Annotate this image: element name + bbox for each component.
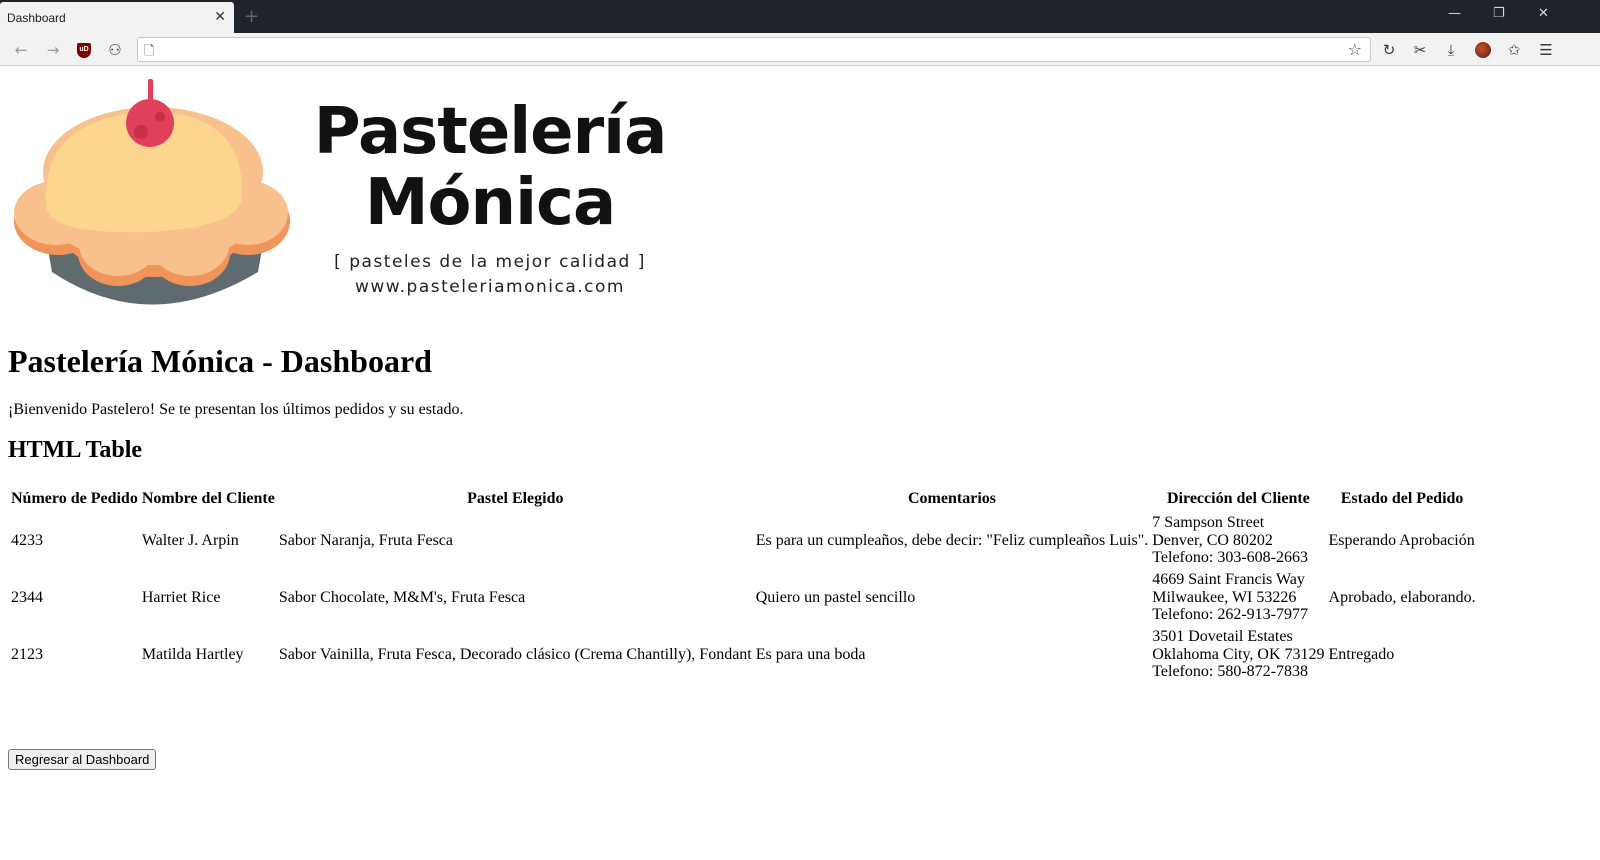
table-header-row: Número de Pedido Nombre del Cliente Past… xyxy=(10,487,1477,511)
forward-arrow-icon[interactable]: → xyxy=(42,39,64,61)
download-icon[interactable]: ⤓ xyxy=(1440,39,1462,61)
order-comment: Es para un cumpleaños, debe decir: "Feli… xyxy=(755,531,1149,549)
customer-name: Harriet Rice xyxy=(141,588,221,606)
table-row: 4233 Walter J. Arpin Sabor Naranja, Frut… xyxy=(10,513,1477,568)
order-status: Entregado xyxy=(1328,645,1395,663)
header-cake: Pastel Elegido xyxy=(467,490,564,507)
header-address: Dirección del Cliente xyxy=(1167,490,1310,507)
header-customer-name: Nombre del Cliente xyxy=(141,490,275,507)
ublock-icon[interactable]: uD xyxy=(73,39,95,61)
order-comment: Es para una boda xyxy=(755,645,866,663)
customer-name: Matilda Hartley xyxy=(141,645,244,663)
brand-url: www.pasteleriamonica.com xyxy=(355,277,625,297)
header-comments: Comentarios xyxy=(908,490,996,507)
table-row: 2344 Harriet Rice Sabor Chocolate, M&M's… xyxy=(10,570,1477,625)
page-icon: 🗋 xyxy=(144,44,155,59)
table-row: 2123 Matilda Hartley Sabor Vainilla, Fru… xyxy=(10,627,1477,682)
new-tab-icon[interactable]: + xyxy=(244,6,259,27)
order-comment: Quiero un pastel sencillo xyxy=(755,588,916,606)
order-status: Esperando Aprobación xyxy=(1328,531,1475,549)
cake-choice: Sabor Vainilla, Fruta Fesca, Decorado cl… xyxy=(278,645,752,663)
customer-address: 7 Sampson Street Denver, CO 80202 Telefo… xyxy=(1152,514,1308,567)
account-avatar-icon[interactable] xyxy=(1472,39,1494,61)
order-number: 4233 xyxy=(11,531,43,549)
customer-address: 3501 Dovetail Estates Oklahoma City, OK … xyxy=(1152,628,1325,681)
header-order-number: Número de Pedido xyxy=(11,490,138,507)
order-number: 2123 xyxy=(11,645,43,663)
close-window-icon[interactable]: ✕ xyxy=(1538,6,1549,21)
page-title: Pastelería Mónica - Dashboard xyxy=(8,343,432,379)
browser-tab[interactable]: Dashboard ✕ xyxy=(0,2,234,33)
back-to-dashboard-button[interactable]: Regresar al Dashboard xyxy=(8,749,157,770)
reload-icon[interactable]: ↻ xyxy=(1378,39,1400,61)
page-content: Pastelería Mónica [ pasteles de la mejor… xyxy=(0,67,1600,860)
welcome-message: ¡Bienvenido Pastelero! Se te presentan l… xyxy=(8,401,464,418)
orders-table: Número de Pedido Nombre del Cliente Past… xyxy=(8,485,1479,684)
browser-titlebar: Dashboard ✕ + — ❐ ✕ xyxy=(0,0,1600,33)
table-heading: HTML Table xyxy=(8,437,143,463)
cake-logo xyxy=(10,77,310,317)
tab-close-icon[interactable]: ✕ xyxy=(214,8,226,25)
customer-address: 4669 Saint Francis Way Milwaukee, WI 532… xyxy=(1152,571,1308,624)
tab-title: Dashboard xyxy=(7,11,66,25)
header-status: Estado del Pedido xyxy=(1340,490,1464,507)
address-bar[interactable]: 🗋 ☆ xyxy=(137,37,1371,62)
order-number: 2344 xyxy=(11,588,43,606)
order-status: Aprobado, elaborando. xyxy=(1328,588,1476,606)
bookmarks-icon[interactable]: ✩ xyxy=(1503,39,1525,61)
screenshot-icon[interactable]: ✂ xyxy=(1409,39,1431,61)
cake-choice: Sabor Naranja, Fruta Fesca xyxy=(278,531,453,549)
brand-tagline: [ pasteles de la mejor calidad ] xyxy=(334,252,646,272)
extension-icon[interactable]: ⚇ xyxy=(104,39,126,61)
customer-name: Walter J. Arpin xyxy=(141,531,239,549)
restore-icon[interactable]: ❐ xyxy=(1493,6,1505,21)
brand-name: Pastelería Mónica xyxy=(313,95,668,240)
menu-icon[interactable]: ☰ xyxy=(1535,39,1557,61)
cake-choice: Sabor Chocolate, M&M's, Fruta Fesca xyxy=(278,588,526,606)
back-arrow-icon[interactable]: ← xyxy=(10,39,32,61)
minimize-icon[interactable]: — xyxy=(1448,6,1461,21)
bookmark-star-icon[interactable]: ☆ xyxy=(1348,40,1362,59)
